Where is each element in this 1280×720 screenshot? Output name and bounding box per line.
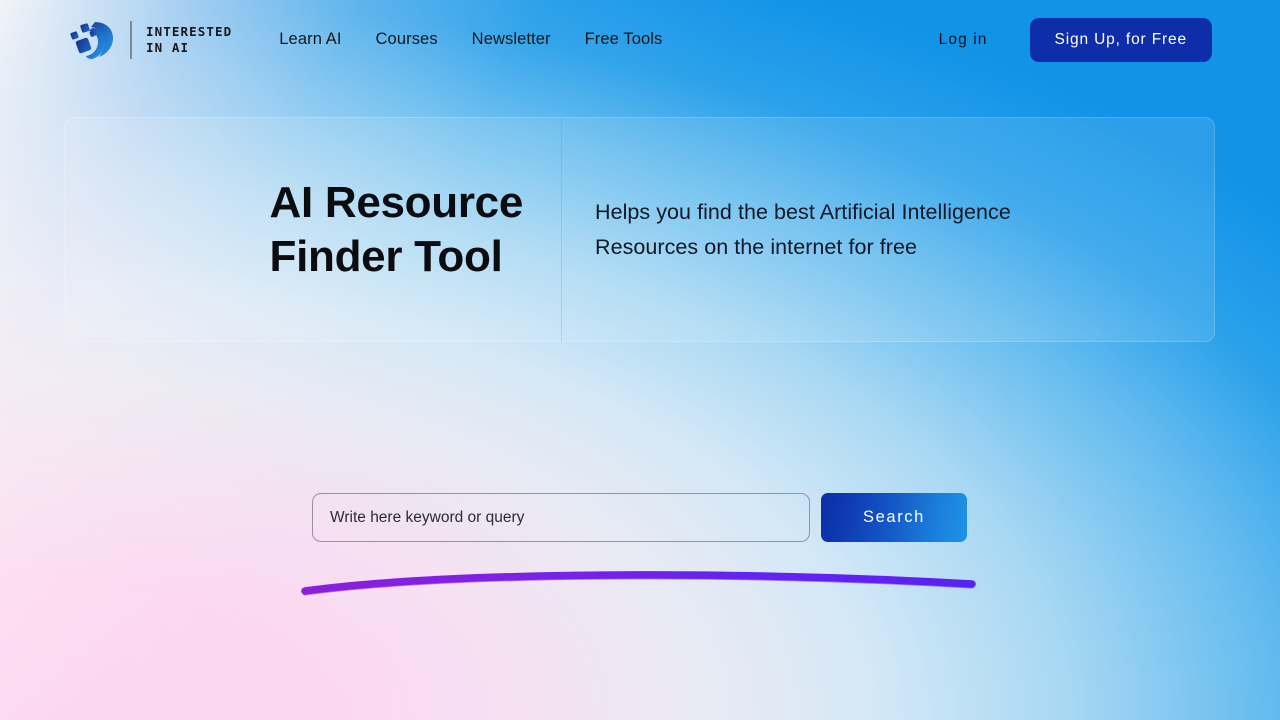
header-actions: Log in Sign Up, for Free	[939, 17, 1212, 62]
hero-card: AI Resource Finder Tool Helps you find t…	[64, 117, 1215, 342]
search-button[interactable]: Search	[821, 493, 967, 542]
nav-item-courses[interactable]: Courses	[359, 22, 455, 57]
brand-logo[interactable]: INTERESTED IN AI	[68, 16, 232, 64]
signup-button[interactable]: Sign Up, for Free	[1029, 17, 1212, 62]
interested-in-ai-logo-icon	[70, 21, 113, 59]
brand-divider	[130, 20, 132, 59]
brand-name: INTERESTED IN AI	[146, 23, 233, 55]
hero-subtitle-panel: Helps you find the best Artificial Intel…	[562, 117, 1215, 342]
page-subtitle: Helps you find the best Artificial Intel…	[595, 199, 1011, 259]
main-navigation: Learn AI Courses Newsletter Free Tools	[262, 22, 679, 57]
search-input[interactable]	[312, 493, 810, 542]
site-header: INTERESTED IN AI Learn AI Courses Newsle…	[0, 0, 1280, 79]
page-title: AI Resource Finder Tool	[269, 177, 524, 281]
nav-item-newsletter[interactable]: Newsletter	[455, 22, 568, 57]
nav-item-learn-ai[interactable]: Learn AI	[262, 22, 358, 57]
nav-item-free-tools[interactable]: Free Tools	[568, 22, 680, 57]
hero-title-panel: AI Resource Finder Tool	[64, 117, 562, 342]
login-link[interactable]: Log in	[939, 31, 988, 49]
page-background-overlay	[0, 0, 1280, 720]
search-block: Search	[312, 493, 967, 542]
